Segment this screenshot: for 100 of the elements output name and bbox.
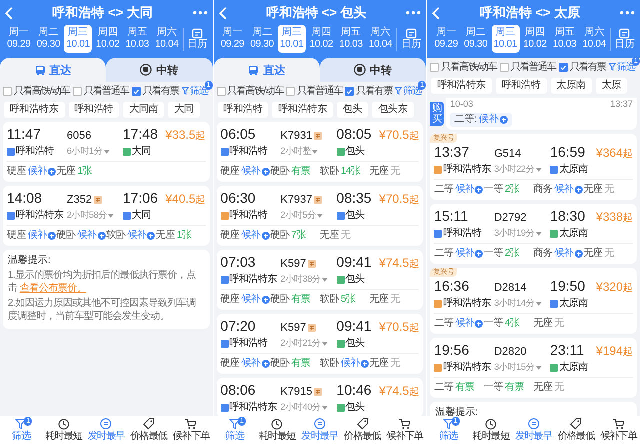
plus-icon[interactable] bbox=[98, 232, 106, 240]
date-tab[interactable]: 周三 10.01 bbox=[278, 25, 306, 53]
buy-tab[interactable]: 购买 bbox=[430, 102, 444, 126]
station-chip[interactable]: 呼和浩特东 bbox=[272, 102, 333, 118]
train-card[interactable]: 06:30 K7937 08:35 ¥70.5起 呼和浩特 2小时5分 包头 硬座 候补 硬卧 7张 无座 无 bbox=[216, 186, 424, 246]
checkbox[interactable] bbox=[72, 86, 82, 96]
date-tab[interactable]: 周五 10.03 bbox=[123, 25, 152, 53]
back-icon[interactable] bbox=[5, 6, 13, 20]
date-tab[interactable]: 周二 09.30 bbox=[462, 25, 490, 53]
duration-toggle[interactable]: 2小时5分 bbox=[280, 209, 324, 222]
nav-item[interactable]: 价格最低 bbox=[128, 416, 170, 444]
plus-icon[interactable] bbox=[360, 360, 369, 368]
nav-item[interactable]: 耗时最短 bbox=[42, 416, 86, 444]
station-chip[interactable]: 大同南 bbox=[123, 102, 164, 118]
date-tab[interactable]: 周四 10.02 bbox=[521, 25, 550, 53]
checkbox[interactable] bbox=[345, 86, 354, 96]
station-chip[interactable]: 包头 bbox=[336, 102, 368, 118]
tab[interactable]: 直达 bbox=[214, 58, 320, 82]
station-chip[interactable]: 太原 bbox=[596, 78, 628, 94]
plus-icon[interactable] bbox=[475, 320, 484, 328]
train-card[interactable]: 15:11 D2792 18:30 ¥338起 呼和浩特 3小时19分 太原南 二等 候补 一等 2张 商务 候补 无座 无 bbox=[430, 204, 637, 264]
train-card[interactable]: 19:56 D2820 23:11 ¥194起 呼和浩特东 3小时15分 太原南 二等 有票 一等 有票 无座 无 bbox=[430, 338, 637, 398]
plus-icon[interactable] bbox=[262, 296, 270, 304]
date-tab[interactable]: 周一 09.29 bbox=[5, 25, 33, 53]
plus-icon[interactable] bbox=[48, 168, 56, 176]
plus-icon[interactable] bbox=[262, 360, 270, 368]
train-card[interactable]: 06:05 K7931 08:05 ¥70.5起 呼和浩特 2小时整 包头 硬座 候补 硬卧 有票 软卧 14张 无座 无 bbox=[216, 122, 424, 182]
date-tab[interactable]: 周一 09.29 bbox=[218, 25, 247, 53]
nav-item[interactable]: 价格最低 bbox=[554, 416, 598, 444]
duration-toggle[interactable]: 6小时1分 bbox=[67, 145, 110, 158]
plus-icon[interactable] bbox=[262, 168, 270, 176]
checkbox[interactable] bbox=[500, 62, 510, 72]
nav-item[interactable]: 候补下单 bbox=[597, 416, 640, 444]
nav-item[interactable]: 发时最早 bbox=[298, 416, 342, 444]
station-chip[interactable]: 太原南 bbox=[550, 78, 592, 94]
date-tab[interactable]: 周五 10.03 bbox=[550, 25, 579, 53]
train-card[interactable]: 10-03 13:37 二等: 候补 bbox=[446, 98, 637, 130]
date-tab[interactable]: 周二 09.30 bbox=[248, 25, 276, 53]
date-tab[interactable]: 周六 10.04 bbox=[580, 25, 608, 53]
station-chip[interactable]: 呼和浩特 bbox=[218, 102, 268, 118]
plus-icon[interactable] bbox=[574, 186, 583, 194]
station-chip[interactable]: 大同 bbox=[168, 102, 200, 118]
calendar-button[interactable]: 日历 bbox=[396, 28, 422, 50]
plus-icon[interactable] bbox=[475, 250, 484, 258]
station-chip[interactable]: 呼和浩特东 bbox=[431, 78, 492, 94]
train-card[interactable]: 07:20 K597 09:41 ¥70.5起 呼和浩特 2小时21分 包头 硬座 候补 硬卧 有票 软卧 候补 无座 无 bbox=[216, 314, 424, 374]
tab[interactable]: 中转 bbox=[106, 58, 213, 82]
more-icon[interactable] bbox=[192, 11, 208, 15]
duration-toggle[interactable]: 2小时58分 bbox=[67, 209, 114, 222]
date-tab[interactable]: 周四 10.02 bbox=[94, 25, 122, 53]
date-tab[interactable]: 周三 10.01 bbox=[492, 25, 520, 53]
plus-icon[interactable] bbox=[574, 250, 583, 258]
nav-item[interactable]: 耗时最短 bbox=[256, 416, 299, 444]
duration-toggle[interactable]: 2小时38分 bbox=[280, 273, 328, 286]
more-icon[interactable] bbox=[620, 11, 635, 15]
checkbox[interactable] bbox=[216, 86, 226, 96]
checkbox[interactable] bbox=[3, 86, 12, 96]
tab[interactable]: 中转 bbox=[320, 58, 426, 82]
checkbox[interactable] bbox=[132, 86, 141, 96]
date-tab[interactable]: 周二 09.30 bbox=[34, 25, 63, 53]
plus-icon[interactable] bbox=[475, 186, 484, 194]
calendar-button[interactable]: 日历 bbox=[610, 28, 635, 50]
checkbox[interactable] bbox=[559, 62, 568, 72]
back-icon[interactable] bbox=[432, 6, 440, 20]
date-tab[interactable]: 周一 09.29 bbox=[432, 25, 460, 53]
calendar-button[interactable]: 日历 bbox=[182, 28, 208, 50]
nav-item[interactable]: 耗时最短 bbox=[470, 416, 512, 444]
duration-toggle[interactable]: 2小时40分 bbox=[280, 401, 328, 414]
date-tab[interactable]: 周五 10.03 bbox=[337, 25, 366, 53]
plus-icon[interactable] bbox=[48, 232, 56, 240]
fare-link[interactable]: 查看公布票价。 bbox=[20, 283, 86, 294]
date-tab[interactable]: 周三 10.01 bbox=[64, 25, 92, 53]
nav-item[interactable]: 发时最早 bbox=[512, 416, 555, 444]
train-card[interactable]: 08:06 K7915 10:46 ¥74.5起 呼和浩特东 2小时40分 包头 bbox=[216, 378, 424, 416]
train-card[interactable]: 14:08 Z352 17:06 ¥40.5起 呼和浩特东 2小时58分 大同 硬座 候补 硬卧 候补 软卧 候补 无座 1张 bbox=[3, 186, 210, 246]
plus-icon[interactable] bbox=[500, 116, 508, 124]
nav-item[interactable]: 发时最早 bbox=[85, 416, 128, 444]
nav-item[interactable]: 价格最低 bbox=[341, 416, 384, 444]
duration-toggle[interactable]: 3小时14分 bbox=[494, 297, 542, 310]
duration-toggle[interactable]: 3小时19分 bbox=[494, 227, 542, 240]
plus-icon[interactable] bbox=[262, 232, 270, 240]
nav-item[interactable]: 候补下单 bbox=[384, 416, 426, 444]
station-chip[interactable]: 包头东 bbox=[372, 102, 414, 118]
date-tab[interactable]: 周六 10.04 bbox=[153, 25, 182, 53]
duration-toggle[interactable]: 2小时整 bbox=[280, 145, 318, 158]
nav-item[interactable]: 候补下单 bbox=[170, 416, 213, 444]
station-chip[interactable]: 呼和浩特东 bbox=[4, 102, 65, 118]
station-chip[interactable]: 呼和浩特 bbox=[496, 78, 547, 94]
date-tab[interactable]: 周四 10.02 bbox=[307, 25, 336, 53]
more-icon[interactable] bbox=[406, 11, 422, 15]
train-card[interactable]: 07:03 K597 09:41 ¥74.5起 呼和浩特东 2小时38分 包头 硬座 候补 硬卧 有票 软卧 5张 无座 无 bbox=[216, 250, 424, 310]
duration-toggle[interactable]: 2小时21分 bbox=[280, 337, 328, 350]
checkbox[interactable] bbox=[430, 62, 440, 72]
station-chip[interactable]: 呼和浩特 bbox=[68, 102, 120, 118]
train-card[interactable]: 11:47 6056 17:48 ¥33.5起 呼和浩特 6小时1分 大同 硬座 候补 无座 1张 bbox=[3, 122, 210, 182]
tab[interactable]: 直达 bbox=[0, 58, 106, 82]
duration-toggle[interactable]: 3小时15分 bbox=[494, 361, 542, 374]
duration-toggle[interactable]: 3小时22分 bbox=[494, 163, 542, 176]
date-tab[interactable]: 周六 10.04 bbox=[366, 25, 395, 53]
checkbox[interactable] bbox=[286, 86, 296, 96]
